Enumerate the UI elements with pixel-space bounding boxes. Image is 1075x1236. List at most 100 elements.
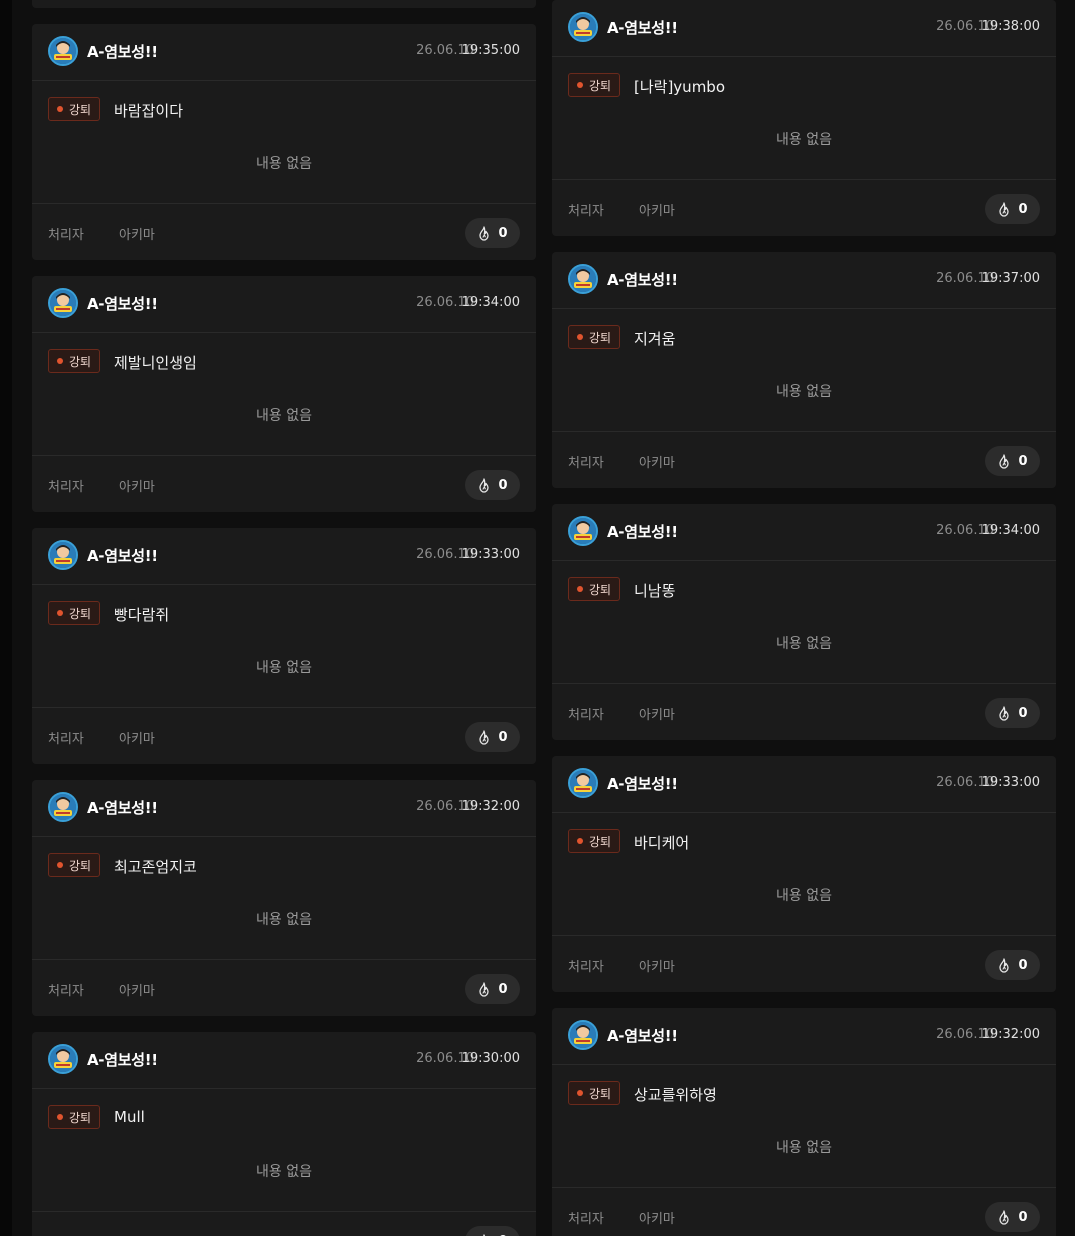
avatar-image-icon (50, 794, 76, 820)
flame-icon (479, 225, 490, 241)
report-card[interactable]: A-염보성!! 26.06.10 19:34:00 강퇴 니남똥 내용 없음 처… (552, 504, 1056, 740)
card-title[interactable]: 니남똥 (634, 580, 675, 601)
like-button[interactable]: 0 (985, 950, 1040, 980)
avatar-image-icon (570, 14, 596, 40)
author-name[interactable]: A-염보성!! (87, 1049, 158, 1070)
report-card[interactable]: A-염보성!! 26.06.10 19:32:00 강퇴 최고존엄지코 내용 없… (32, 780, 536, 1016)
card-body: 강퇴 상교를위하영 내용 없음 (552, 1065, 1056, 1188)
card-body: 강퇴 제발니인생임 내용 없음 (32, 333, 536, 456)
empty-content: 내용 없음 (776, 888, 832, 904)
empty-content: 내용 없음 (256, 1164, 312, 1180)
avatar[interactable] (568, 264, 598, 294)
card-footer: 처리자 아키마 0 (32, 960, 536, 1016)
author-name[interactable]: A-염보성!! (87, 41, 158, 62)
author-name[interactable]: A-염보성!! (607, 269, 678, 290)
avatar[interactable] (48, 792, 78, 822)
report-card[interactable]: A-염보성!! 26.06.10 19:33:00 강퇴 바디케어 내용 없음 … (552, 756, 1056, 992)
like-button[interactable]: 0 (985, 446, 1040, 476)
report-card[interactable]: A-염보성!! 26.06.10 19:30:00 강퇴 Mull 내용 없음 … (32, 1032, 536, 1236)
post-time: 19:34:00 (981, 523, 1040, 538)
flame-icon (999, 1209, 1010, 1225)
status-dot-icon (577, 838, 583, 844)
handler-label: 처리자 (568, 456, 604, 471)
like-button[interactable]: 0 (985, 1202, 1040, 1232)
post-time: 19:33:00 (461, 547, 520, 562)
avatar[interactable] (48, 1044, 78, 1074)
handler-label: 처리자 (48, 1232, 84, 1236)
like-button[interactable]: 0 (465, 1226, 520, 1236)
avatar-image-icon (50, 1046, 76, 1072)
status-dot-icon (577, 1090, 583, 1096)
card-title[interactable]: [나락]yumbo (634, 76, 725, 97)
report-card[interactable]: A-염보성!! 26.06.10 19:33:00 강퇴 빵다람쥐 내용 없음 … (32, 528, 536, 764)
empty-content: 내용 없음 (256, 912, 312, 928)
page: A-염보성!! 26.06.10 19:35:00 강퇴 바람잡이다 내용 없음… (0, 0, 1075, 1236)
avatar[interactable] (568, 12, 598, 42)
card-title[interactable]: 최고존엄지코 (114, 856, 197, 877)
card-body: 강퇴 빵다람쥐 내용 없음 (32, 585, 536, 708)
status-badge: 강퇴 (48, 97, 101, 121)
author-name[interactable]: A-염보성!! (87, 545, 158, 566)
handler-label: 처리자 (48, 732, 84, 747)
author-name[interactable]: A-염보성!! (607, 521, 678, 542)
flame-icon (999, 705, 1010, 721)
avatar-image-icon (50, 38, 76, 64)
flame-icon (479, 981, 490, 997)
avatar-image-icon (50, 542, 76, 568)
card-header: A-염보성!! 26.06.10 19:32:00 (32, 780, 536, 837)
flame-icon (479, 729, 490, 745)
status-badge: 강퇴 (568, 829, 621, 853)
status-dot-icon (57, 1114, 63, 1120)
like-button[interactable]: 0 (985, 194, 1040, 224)
card-header: A-염보성!! 26.06.10 19:35:00 (32, 24, 536, 81)
like-count: 0 (498, 225, 508, 241)
author-name[interactable]: A-염보성!! (87, 797, 158, 818)
handler-label: 처리자 (48, 480, 84, 495)
avatar[interactable] (48, 288, 78, 318)
report-card[interactable]: A-염보성!! 26.06.10 19:38:00 강퇴 [나락]yumbo 내… (552, 0, 1056, 236)
card-title[interactable]: 상교를위하영 (634, 1084, 717, 1105)
card-title[interactable]: 지겨움 (634, 328, 675, 349)
handler-label: 처리자 (568, 708, 604, 723)
handler-label: 처리자 (568, 1212, 604, 1227)
card-title[interactable]: 빵다람쥐 (114, 604, 169, 625)
avatar[interactable] (568, 768, 598, 798)
like-button[interactable]: 0 (985, 698, 1040, 728)
handler-name: 아키마 (639, 456, 675, 471)
like-button[interactable]: 0 (465, 974, 520, 1004)
avatar[interactable] (48, 36, 78, 66)
like-button[interactable]: 0 (465, 218, 520, 248)
status-badge-label: 강퇴 (589, 330, 612, 345)
post-time: 19:32:00 (461, 799, 520, 814)
report-card[interactable]: A-염보성!! 26.06.10 19:35:00 강퇴 바람잡이다 내용 없음… (32, 24, 536, 260)
author-name[interactable]: A-염보성!! (607, 773, 678, 794)
handler-name: 아키마 (639, 204, 675, 219)
report-card[interactable]: A-염보성!! 26.06.10 19:34:00 강퇴 제발니인생임 내용 없… (32, 276, 536, 512)
empty-content: 내용 없음 (776, 636, 832, 652)
card-title[interactable]: 제발니인생임 (114, 352, 197, 373)
avatar[interactable] (568, 1020, 598, 1050)
like-count: 0 (498, 729, 508, 745)
card-title[interactable]: Mull (114, 1108, 145, 1126)
avatar[interactable] (568, 516, 598, 546)
status-badge-label: 강퇴 (69, 858, 92, 873)
like-count: 0 (1018, 705, 1028, 721)
status-badge-label: 강퇴 (69, 1110, 92, 1125)
status-dot-icon (577, 586, 583, 592)
post-time: 19:32:00 (981, 1027, 1040, 1042)
empty-content: 내용 없음 (256, 408, 312, 424)
author-name[interactable]: A-염보성!! (607, 17, 678, 38)
report-card[interactable]: A-염보성!! 26.06.10 19:32:00 강퇴 상교를위하영 내용 없… (552, 1008, 1056, 1236)
status-dot-icon (577, 82, 583, 88)
status-dot-icon (57, 358, 63, 364)
status-badge-label: 강퇴 (589, 1086, 612, 1101)
author-name[interactable]: A-염보성!! (607, 1025, 678, 1046)
report-card[interactable]: A-염보성!! 26.06.10 19:37:00 강퇴 지겨움 내용 없음 처… (552, 252, 1056, 488)
like-button[interactable]: 0 (465, 470, 520, 500)
card-title[interactable]: 바람잡이다 (114, 100, 183, 121)
like-button[interactable]: 0 (465, 722, 520, 752)
card-title[interactable]: 바디케어 (634, 832, 689, 853)
author-name[interactable]: A-염보성!! (87, 293, 158, 314)
avatar[interactable] (48, 540, 78, 570)
right-column: A-염보성!! 26.06.10 19:38:00 강퇴 [나락]yumbo 내… (552, 0, 1056, 1236)
